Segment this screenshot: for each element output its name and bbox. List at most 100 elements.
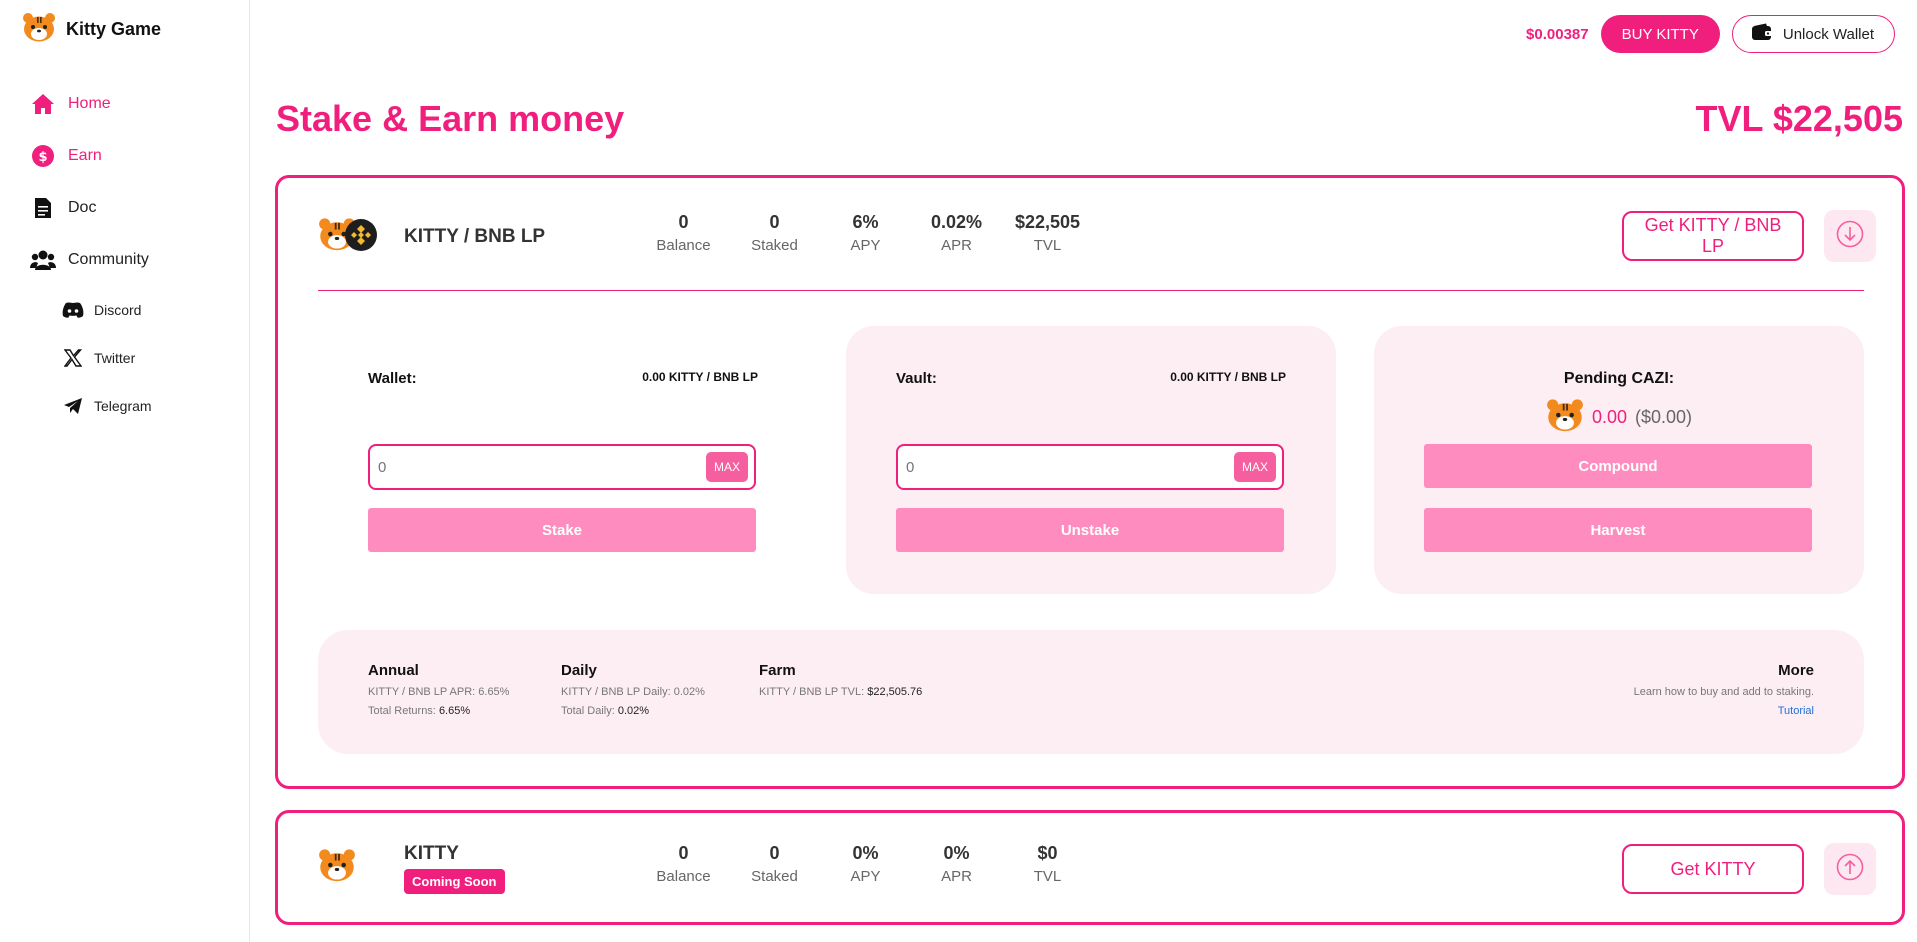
info-farm-tvl-value: $22,505.76 [867, 686, 923, 698]
info-total-daily: Total Daily: 0.02% [561, 702, 705, 721]
app-root: Kitty Game Home $ Earn Doc Community Dis… [0, 0, 1917, 942]
pool-divider [318, 290, 1864, 291]
pool-stats: 0 Balance 0 Staked 0% APY 0% APR $0 TVL [638, 843, 1093, 885]
pool-name: KITTY [404, 843, 459, 864]
stake-amount-input[interactable] [378, 456, 678, 478]
info-daily-title: Daily [561, 662, 597, 679]
stat-value: 0% [852, 843, 879, 863]
stat-label: APR [941, 237, 972, 254]
stat-apr: 0% APR [911, 843, 1002, 885]
stat-value: 0.02% [930, 212, 983, 232]
pending-label: Pending CAZI: [1563, 370, 1675, 387]
info-apr: KITTY / BNB LP APR: 6.65% [368, 683, 509, 702]
unstake-max-button[interactable]: MAX [1234, 452, 1276, 482]
sidebar-item-label: Telegram [94, 398, 152, 414]
sidebar: Kitty Game Home $ Earn Doc Community Dis… [0, 0, 250, 942]
vault-amount: 0.00 KITTY / BNB LP [1170, 370, 1286, 384]
stake-button[interactable]: Stake [368, 508, 756, 552]
sidebar-item-home[interactable]: Home [30, 78, 240, 130]
info-daily-label: KITTY / BNB LP Daily: [561, 686, 671, 698]
wallet-icon [1751, 23, 1773, 45]
unstake-amount-input[interactable] [906, 456, 1206, 478]
brand[interactable]: Kitty Game [22, 12, 161, 47]
sidebar-item-earn[interactable]: $ Earn [30, 130, 240, 182]
token-icons [318, 848, 356, 887]
info-total-returns: Total Returns: 6.65% [368, 702, 509, 721]
stat-value: $0 [1037, 843, 1058, 863]
unstake-amount-field: MAX [896, 444, 1284, 490]
pool-header[interactable]: KITTY / BNB LP 0 Balance 0 Staked 6% APY 0.… [278, 178, 1902, 288]
collapse-pool-button[interactable] [1824, 210, 1876, 262]
sidebar-item-telegram[interactable]: Telegram [30, 382, 240, 430]
pending-usd: ($0.00) [1635, 407, 1693, 427]
info-returns-label: Total Returns: [368, 705, 436, 717]
stat-tvl: $22,505 TVL [1002, 212, 1093, 254]
expand-pool-button[interactable] [1824, 843, 1876, 895]
info-farm-title: Farm [759, 662, 796, 679]
stat-tvl: $0 TVL [1002, 843, 1093, 885]
svg-text:$: $ [38, 150, 47, 165]
info-more-text: Learn how to buy and add to staking. [1633, 686, 1814, 698]
stat-apr: 0.02% APR [911, 212, 1002, 254]
page-title: Stake & Earn money [276, 98, 625, 139]
sidebar-item-doc[interactable]: Doc [30, 182, 240, 234]
unlock-wallet-button[interactable]: Unlock Wallet [1731, 15, 1895, 53]
stake-amount-field: MAX [368, 444, 756, 490]
pool-card-kitty-bnb-lp: KITTY / BNB LP 0 Balance 0 Staked 6% APY 0.… [275, 175, 1905, 789]
telegram-icon [62, 395, 84, 417]
pool-name: KITTY / BNB LP [404, 226, 546, 247]
info-returns-value: 6.65% [438, 705, 471, 717]
stat-label: TVL [1033, 237, 1062, 254]
pending-panel: Pending CAZI: 0.00 ($0.00) Compound Harv [1374, 326, 1864, 594]
info-apr-value: 6.65% [478, 686, 510, 698]
pool-info-bar: Annual KITTY / BNB LP APR: 6.65% Total R… [318, 630, 1864, 754]
stat-balance: 0 Balance [638, 212, 729, 254]
stat-value: 0 [678, 843, 689, 863]
get-kitty-button[interactable]: Get KITTY [1622, 844, 1804, 894]
brand-name: Kitty Game [66, 19, 162, 39]
sidebar-item-community[interactable]: Community [30, 234, 240, 286]
info-annual: Annual KITTY / BNB LP APR: 6.65% Total R… [368, 662, 509, 721]
sidebar-item-discord[interactable]: Discord [30, 286, 240, 334]
pending-reward: 0.00 ($0.00) [1374, 398, 1864, 437]
stat-value: 0 [769, 212, 780, 232]
discord-icon [62, 299, 84, 321]
sidebar-item-label: Earn [68, 147, 102, 164]
stat-label: Balance [656, 237, 711, 254]
home-icon [30, 91, 56, 117]
info-total-daily-label: Total Daily: [561, 705, 615, 717]
token-pair-icons [318, 217, 378, 257]
stat-label: Staked [751, 868, 798, 885]
sidebar-item-twitter[interactable]: Twitter [30, 334, 240, 382]
stat-label: Staked [751, 237, 798, 254]
stat-staked: 0 Staked [729, 843, 820, 885]
stat-staked: 0 Staked [729, 212, 820, 254]
stat-value: 0% [943, 843, 970, 863]
pool-header[interactable]: KITTY Coming Soon 0 Balance 0 Staked 0% APY… [278, 813, 1902, 923]
wallet-label: Wallet: [368, 370, 417, 387]
info-farm-tvl-label: KITTY / BNB LP TVL: [759, 686, 865, 698]
harvest-button[interactable]: Harvest [1424, 508, 1812, 552]
sidebar-item-label: Community [68, 251, 149, 268]
sidebar-item-label: Discord [94, 302, 142, 318]
buy-kitty-button[interactable]: BUY KITTY [1600, 15, 1720, 53]
top-bar: $0.00387 BUY KITTY Unlock Wallet [1526, 15, 1895, 53]
info-daily: Daily KITTY / BNB LP Daily: 0.02% Total … [561, 662, 705, 721]
compound-button[interactable]: Compound [1424, 444, 1812, 488]
stat-value: 6% [852, 212, 879, 232]
tutorial-link[interactable]: Tutorial [1778, 705, 1814, 717]
info-more-title: More [1778, 662, 1814, 679]
unstake-button[interactable]: Unstake [896, 508, 1284, 552]
stat-apy: 6% APY [820, 212, 911, 254]
pool-stats: 0 Balance 0 Staked 6% APY 0.02% APR $22,505 T… [638, 212, 1093, 254]
info-farm-tvl: KITTY / BNB LP TVL: $22,505.76 [759, 683, 922, 702]
stat-label: Balance [656, 868, 711, 885]
info-apr-label: KITTY / BNB LP APR: [368, 686, 476, 698]
get-lp-button[interactable]: Get KITTY / BNB LP [1622, 211, 1804, 261]
info-daily-value: 0.02% [673, 686, 705, 698]
document-icon [30, 195, 56, 221]
wallet-amount: 0.00 KITTY / BNB LP [642, 370, 758, 384]
stake-max-button[interactable]: MAX [706, 452, 748, 482]
dollar-coin-icon: $ [30, 143, 56, 169]
sidebar-item-label: Twitter [94, 350, 136, 366]
